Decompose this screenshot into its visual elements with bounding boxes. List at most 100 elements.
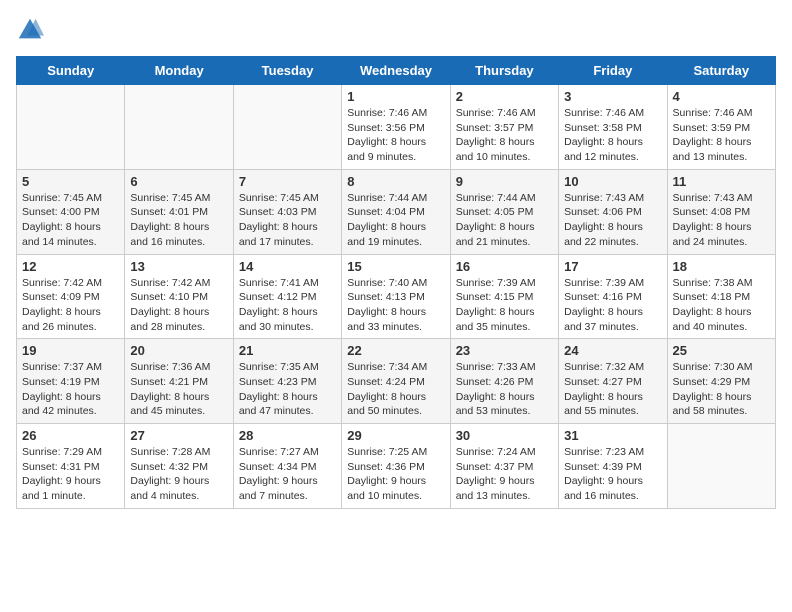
calendar-week-row: 5 Sunrise: 7:45 AM Sunset: 4:00 PM Daylig… — [17, 169, 776, 254]
day-number: 29 — [347, 428, 444, 443]
day-number: 24 — [564, 343, 661, 358]
day-number: 14 — [239, 259, 336, 274]
calendar-cell: 5 Sunrise: 7:45 AM Sunset: 4:00 PM Daylig… — [17, 169, 125, 254]
day-number: 5 — [22, 174, 119, 189]
day-info: Sunrise: 7:36 AM Sunset: 4:21 PM Dayligh… — [130, 360, 227, 419]
weekday-header-row: SundayMondayTuesdayWednesdayThursdayFrid… — [17, 57, 776, 85]
logo-icon — [16, 16, 44, 44]
day-info: Sunrise: 7:37 AM Sunset: 4:19 PM Dayligh… — [22, 360, 119, 419]
day-info: Sunrise: 7:35 AM Sunset: 4:23 PM Dayligh… — [239, 360, 336, 419]
weekday-header: Saturday — [667, 57, 775, 85]
weekday-header: Wednesday — [342, 57, 450, 85]
calendar-cell: 9 Sunrise: 7:44 AM Sunset: 4:05 PM Daylig… — [450, 169, 558, 254]
day-number: 13 — [130, 259, 227, 274]
day-info: Sunrise: 7:29 AM Sunset: 4:31 PM Dayligh… — [22, 445, 119, 504]
calendar-cell: 7 Sunrise: 7:45 AM Sunset: 4:03 PM Daylig… — [233, 169, 341, 254]
day-info: Sunrise: 7:45 AM Sunset: 4:03 PM Dayligh… — [239, 191, 336, 250]
day-info: Sunrise: 7:24 AM Sunset: 4:37 PM Dayligh… — [456, 445, 553, 504]
calendar-cell: 3 Sunrise: 7:46 AM Sunset: 3:58 PM Daylig… — [559, 85, 667, 170]
day-number: 7 — [239, 174, 336, 189]
calendar-cell: 19 Sunrise: 7:37 AM Sunset: 4:19 PM Dayli… — [17, 339, 125, 424]
calendar-week-row: 1 Sunrise: 7:46 AM Sunset: 3:56 PM Daylig… — [17, 85, 776, 170]
calendar-cell: 24 Sunrise: 7:32 AM Sunset: 4:27 PM Dayli… — [559, 339, 667, 424]
day-number: 12 — [22, 259, 119, 274]
day-info: Sunrise: 7:23 AM Sunset: 4:39 PM Dayligh… — [564, 445, 661, 504]
weekday-header: Monday — [125, 57, 233, 85]
calendar-cell: 21 Sunrise: 7:35 AM Sunset: 4:23 PM Dayli… — [233, 339, 341, 424]
calendar-cell: 31 Sunrise: 7:23 AM Sunset: 4:39 PM Dayli… — [559, 424, 667, 509]
day-info: Sunrise: 7:41 AM Sunset: 4:12 PM Dayligh… — [239, 276, 336, 335]
day-number: 18 — [673, 259, 770, 274]
calendar-cell: 12 Sunrise: 7:42 AM Sunset: 4:09 PM Dayli… — [17, 254, 125, 339]
calendar-table: SundayMondayTuesdayWednesdayThursdayFrid… — [16, 56, 776, 509]
day-number: 21 — [239, 343, 336, 358]
day-number: 6 — [130, 174, 227, 189]
page-header — [16, 16, 776, 44]
day-number: 9 — [456, 174, 553, 189]
day-number: 19 — [22, 343, 119, 358]
day-number: 4 — [673, 89, 770, 104]
calendar-cell: 15Sunrise: 7:40 AM Sunset: 4:13 PM Dayli… — [342, 254, 450, 339]
calendar-week-row: 26 Sunrise: 7:29 AM Sunset: 4:31 PM Dayli… — [17, 424, 776, 509]
day-info: Sunrise: 7:42 AM Sunset: 4:09 PM Dayligh… — [22, 276, 119, 335]
calendar-cell: 27 Sunrise: 7:28 AM Sunset: 4:32 PM Dayli… — [125, 424, 233, 509]
day-info: Sunrise: 7:44 AM Sunset: 4:04 PM Dayligh… — [347, 191, 444, 250]
logo — [16, 16, 48, 44]
calendar-cell: 25Sunrise: 7:30 AM Sunset: 4:29 PM Dayli… — [667, 339, 775, 424]
calendar-cell: 17Sunrise: 7:39 AM Sunset: 4:16 PM Dayli… — [559, 254, 667, 339]
day-info: Sunrise: 7:46 AM Sunset: 3:57 PM Dayligh… — [456, 106, 553, 165]
calendar-cell: 23 Sunrise: 7:33 AM Sunset: 4:26 PM Dayli… — [450, 339, 558, 424]
calendar-cell: 11Sunrise: 7:43 AM Sunset: 4:08 PM Dayli… — [667, 169, 775, 254]
day-number: 25 — [673, 343, 770, 358]
day-number: 10 — [564, 174, 661, 189]
day-number: 28 — [239, 428, 336, 443]
day-number: 1 — [347, 89, 444, 104]
day-info: Sunrise: 7:38 AM Sunset: 4:18 PM Dayligh… — [673, 276, 770, 335]
day-number: 27 — [130, 428, 227, 443]
day-info: Sunrise: 7:33 AM Sunset: 4:26 PM Dayligh… — [456, 360, 553, 419]
weekday-header: Tuesday — [233, 57, 341, 85]
day-info: Sunrise: 7:25 AM Sunset: 4:36 PM Dayligh… — [347, 445, 444, 504]
calendar-cell: 26 Sunrise: 7:29 AM Sunset: 4:31 PM Dayli… — [17, 424, 125, 509]
day-info: Sunrise: 7:43 AM Sunset: 4:06 PM Dayligh… — [564, 191, 661, 250]
day-number: 2 — [456, 89, 553, 104]
day-number: 17 — [564, 259, 661, 274]
day-info: Sunrise: 7:46 AM Sunset: 3:58 PM Dayligh… — [564, 106, 661, 165]
calendar-week-row: 12 Sunrise: 7:42 AM Sunset: 4:09 PM Dayli… — [17, 254, 776, 339]
calendar-cell: 1 Sunrise: 7:46 AM Sunset: 3:56 PM Daylig… — [342, 85, 450, 170]
day-info: Sunrise: 7:46 AM Sunset: 3:59 PM Dayligh… — [673, 106, 770, 165]
day-info: Sunrise: 7:45 AM Sunset: 4:01 PM Dayligh… — [130, 191, 227, 250]
calendar-cell — [17, 85, 125, 170]
day-number: 31 — [564, 428, 661, 443]
calendar-week-row: 19 Sunrise: 7:37 AM Sunset: 4:19 PM Dayli… — [17, 339, 776, 424]
calendar-cell — [233, 85, 341, 170]
day-info: Sunrise: 7:43 AM Sunset: 4:08 PM Dayligh… — [673, 191, 770, 250]
calendar-cell: 6 Sunrise: 7:45 AM Sunset: 4:01 PM Daylig… — [125, 169, 233, 254]
day-number: 22 — [347, 343, 444, 358]
calendar-cell: 20 Sunrise: 7:36 AM Sunset: 4:21 PM Dayli… — [125, 339, 233, 424]
day-number: 23 — [456, 343, 553, 358]
calendar-cell: 13 Sunrise: 7:42 AM Sunset: 4:10 PM Dayli… — [125, 254, 233, 339]
calendar-cell: 22Sunrise: 7:34 AM Sunset: 4:24 PM Dayli… — [342, 339, 450, 424]
day-info: Sunrise: 7:45 AM Sunset: 4:00 PM Dayligh… — [22, 191, 119, 250]
day-info: Sunrise: 7:46 AM Sunset: 3:56 PM Dayligh… — [347, 106, 444, 165]
day-info: Sunrise: 7:39 AM Sunset: 4:15 PM Dayligh… — [456, 276, 553, 335]
day-number: 20 — [130, 343, 227, 358]
calendar-cell: 18 Sunrise: 7:38 AM Sunset: 4:18 PM Dayli… — [667, 254, 775, 339]
calendar-cell: 29 Sunrise: 7:25 AM Sunset: 4:36 PM Dayli… — [342, 424, 450, 509]
day-number: 30 — [456, 428, 553, 443]
day-number: 3 — [564, 89, 661, 104]
calendar-cell — [125, 85, 233, 170]
day-info: Sunrise: 7:42 AM Sunset: 4:10 PM Dayligh… — [130, 276, 227, 335]
day-info: Sunrise: 7:40 AM Sunset: 4:13 PM Dayligh… — [347, 276, 444, 335]
calendar-cell: 16Sunrise: 7:39 AM Sunset: 4:15 PM Dayli… — [450, 254, 558, 339]
day-info: Sunrise: 7:28 AM Sunset: 4:32 PM Dayligh… — [130, 445, 227, 504]
weekday-header: Thursday — [450, 57, 558, 85]
day-number: 26 — [22, 428, 119, 443]
calendar-cell: 8Sunrise: 7:44 AM Sunset: 4:04 PM Daylig… — [342, 169, 450, 254]
weekday-header: Sunday — [17, 57, 125, 85]
calendar-cell: 2 Sunrise: 7:46 AM Sunset: 3:57 PM Daylig… — [450, 85, 558, 170]
day-info: Sunrise: 7:32 AM Sunset: 4:27 PM Dayligh… — [564, 360, 661, 419]
day-info: Sunrise: 7:44 AM Sunset: 4:05 PM Dayligh… — [456, 191, 553, 250]
day-info: Sunrise: 7:27 AM Sunset: 4:34 PM Dayligh… — [239, 445, 336, 504]
